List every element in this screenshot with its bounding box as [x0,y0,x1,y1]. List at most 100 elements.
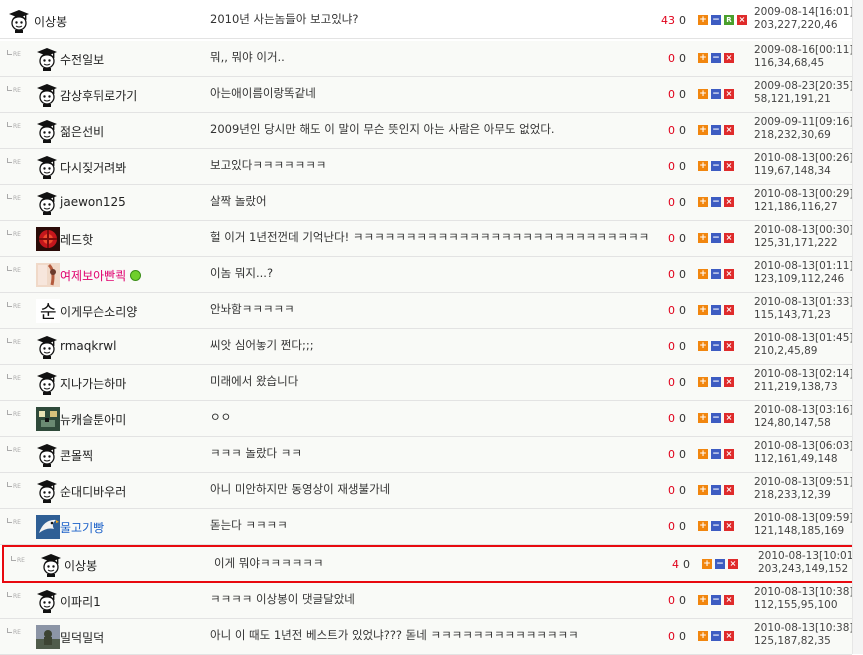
downvote-count: 0 [679,484,686,497]
author-nickname[interactable]: 물고기빵 [60,519,104,536]
delete-button[interactable]: × [724,449,734,459]
author-nickname[interactable]: 감상후뒤로가기 [60,87,137,104]
author-nickname[interactable]: 순대디바우러 [60,483,126,500]
upvote-button[interactable]: + [698,233,708,243]
downvote-button[interactable]: − [711,161,721,171]
char-avatar-icon[interactable]: 순 [36,299,60,323]
grad-avatar-icon[interactable] [40,553,64,577]
author-nickname[interactable]: rmaqkrwl [60,339,116,353]
soldier-avatar-icon[interactable] [36,625,60,649]
downvote-button[interactable]: − [711,449,721,459]
red-avatar-icon[interactable] [36,227,60,251]
delete-button[interactable]: × [724,269,734,279]
downvote-button[interactable]: − [711,269,721,279]
downvote-button[interactable]: − [711,15,721,25]
grad-avatar-icon[interactable] [36,83,60,107]
delete-button[interactable]: × [724,595,734,605]
downvote-button[interactable]: − [711,341,721,351]
comment-ip: 203,243,149,152 [758,563,849,575]
author-nickname[interactable]: 이파리1 [60,593,101,610]
grad-avatar-icon[interactable] [36,119,60,143]
grad-avatar-icon[interactable] [36,47,60,71]
delete-button[interactable]: × [724,53,734,63]
reply-button[interactable]: R [724,15,734,25]
downvote-button[interactable]: − [711,521,721,531]
grad-avatar-icon[interactable] [8,9,32,33]
downvote-button[interactable]: − [711,233,721,243]
grad-avatar-icon[interactable] [36,589,60,613]
author-nickname[interactable]: 지나가는하마 [60,375,126,392]
delete-button[interactable]: × [724,197,734,207]
delete-button[interactable]: × [724,161,734,171]
delete-button[interactable]: × [728,559,738,569]
downvote-button[interactable]: − [711,125,721,135]
upvote-button[interactable]: + [698,15,708,25]
delete-button[interactable]: × [737,15,747,25]
comment-actions: + − × [698,89,737,99]
author-nickname[interactable]: 수전일보 [60,51,104,68]
upvote-button[interactable]: + [698,377,708,387]
grad-avatar-icon[interactable] [36,371,60,395]
delete-button[interactable]: × [724,305,734,315]
author-nickname[interactable]: jaewon125 [60,195,126,209]
delete-button[interactable]: × [724,341,734,351]
grad-avatar-icon[interactable] [36,479,60,503]
upvote-button[interactable]: + [698,89,708,99]
delete-button[interactable]: × [724,485,734,495]
author-nickname-text: 이파리1 [60,595,101,609]
author-nickname[interactable]: 다시짖거려봐 [60,159,126,176]
photo-avatar-icon[interactable] [36,263,60,287]
grad-avatar-icon[interactable] [36,335,60,359]
pixel-avatar-icon[interactable] [36,407,60,431]
downvote-button[interactable]: − [711,53,721,63]
upvote-button[interactable]: + [698,341,708,351]
delete-button[interactable]: × [724,89,734,99]
downvote-button[interactable]: − [711,305,721,315]
author-nickname[interactable]: 이상봉 [34,13,67,30]
delete-button[interactable]: × [724,631,734,641]
downvote-button[interactable]: − [711,631,721,641]
upvote-button[interactable]: + [702,559,712,569]
upvote-button[interactable]: + [698,305,708,315]
author-nickname[interactable]: 젊은선비 [60,123,104,140]
grad-avatar-icon[interactable] [36,155,60,179]
author-nickname[interactable]: 밀덕밀덕 [60,629,104,646]
downvote-button[interactable]: − [711,89,721,99]
downvote-button[interactable]: − [711,413,721,423]
upvote-button[interactable]: + [698,521,708,531]
grad-avatar-icon[interactable] [36,443,60,467]
bird-avatar-icon[interactable] [36,515,60,539]
scrollbar[interactable] [852,0,863,654]
delete-button[interactable]: × [724,521,734,531]
downvote-count: 0 [679,14,686,27]
grad-avatar-icon[interactable] [36,191,60,215]
upvote-button[interactable]: + [698,595,708,605]
delete-button[interactable]: × [724,413,734,423]
reply-marker-label: RE [13,519,21,526]
reply-marker-label: RE [13,231,21,238]
downvote-button[interactable]: − [711,377,721,387]
upvote-button[interactable]: + [698,631,708,641]
upvote-button[interactable]: + [698,413,708,423]
author-nickname[interactable]: 레드핫 [60,231,93,248]
delete-button[interactable]: × [724,377,734,387]
author-nickname[interactable]: 이상봉 [64,557,97,574]
downvote-button[interactable]: − [715,559,725,569]
upvote-button[interactable]: + [698,269,708,279]
author-nickname[interactable]: 콘몰찍 [60,447,93,464]
downvote-button[interactable]: − [711,595,721,605]
downvote-button[interactable]: − [711,197,721,207]
downvote-button[interactable]: − [711,485,721,495]
reply-arrow-icon [7,122,12,127]
upvote-button[interactable]: + [698,197,708,207]
delete-button[interactable]: × [724,125,734,135]
author-nickname[interactable]: 여제보아빤쾩 [60,267,142,284]
upvote-button[interactable]: + [698,53,708,63]
upvote-button[interactable]: + [698,485,708,495]
author-nickname[interactable]: 뉴캐슬툰아미 [60,411,126,428]
upvote-button[interactable]: + [698,449,708,459]
upvote-button[interactable]: + [698,161,708,171]
delete-button[interactable]: × [724,233,734,243]
upvote-button[interactable]: + [698,125,708,135]
author-nickname[interactable]: 이게무슨소리양 [60,303,137,320]
